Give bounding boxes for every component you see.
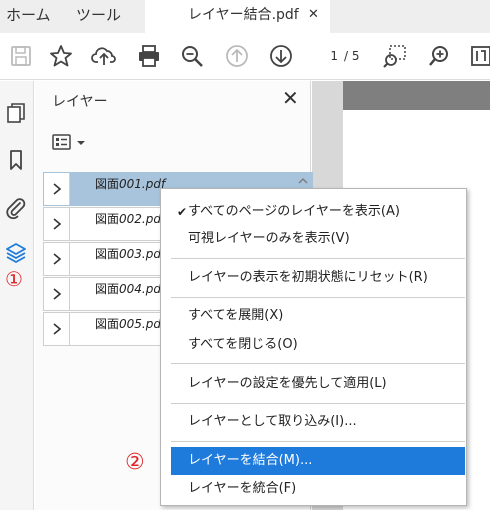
step-marker-1: ① bbox=[5, 267, 23, 291]
cloud-upload-icon[interactable] bbox=[91, 43, 117, 69]
tab-home[interactable]: ホーム bbox=[6, 0, 51, 33]
layer-label: 図面005.pdf bbox=[95, 317, 166, 331]
menu-divider bbox=[171, 363, 465, 364]
menu-item-label: すべてを展開(X) bbox=[188, 308, 284, 323]
menu-item-label: レイヤーを統合(F) bbox=[188, 481, 297, 496]
expand-chevron-icon[interactable] bbox=[44, 208, 70, 240]
menu-item-label: レイヤーを結合(M)... bbox=[188, 453, 313, 468]
page-total: / 5 bbox=[344, 49, 360, 63]
menu-item-label: レイヤーの表示を初期状態にリセット(R) bbox=[188, 270, 428, 285]
navigation-rail: ① bbox=[0, 81, 34, 510]
layer-label: 図面004.pdf bbox=[95, 282, 166, 296]
menu-item-import-as-layer[interactable]: レイヤーとして取り込み(I)... bbox=[171, 408, 465, 436]
menu-item-label: すべてのページのレイヤーを表示(A) bbox=[188, 204, 400, 219]
pages-icon[interactable] bbox=[4, 101, 28, 125]
zoom-icon[interactable] bbox=[179, 43, 205, 69]
page-view-icon[interactable] bbox=[468, 43, 490, 69]
marquee-zoom-icon[interactable] bbox=[382, 43, 408, 69]
page-up-icon[interactable] bbox=[224, 43, 250, 69]
document-page-header bbox=[343, 81, 490, 110]
save-icon[interactable] bbox=[8, 43, 34, 69]
menu-item-label: レイヤーとして取り込み(I)... bbox=[188, 414, 357, 429]
tab-bar: ホーム ツール レイヤー結合.pdf ✕ bbox=[0, 0, 490, 33]
menu-divider bbox=[171, 441, 465, 442]
menu-item-show-all-layers[interactable]: ✔ すべてのページのレイヤーを表示(A) bbox=[171, 198, 465, 226]
menu-item-expand-all[interactable]: すべてを展開(X) bbox=[171, 302, 465, 330]
star-icon[interactable] bbox=[48, 43, 74, 69]
step-marker-2: ② bbox=[125, 450, 145, 475]
zoom-in-icon[interactable] bbox=[427, 43, 453, 69]
scroll-up-icon[interactable] bbox=[298, 177, 308, 185]
menu-item-label: 可視レイヤーのみを表示(V) bbox=[188, 231, 350, 246]
layers-icon[interactable] bbox=[4, 241, 28, 265]
menu-item-label: レイヤーの設定を優先して適用(L) bbox=[188, 376, 387, 391]
expand-chevron-icon[interactable] bbox=[44, 173, 70, 205]
menu-item-collapse-all[interactable]: すべてを閉じる(O) bbox=[171, 331, 465, 359]
menu-divider bbox=[171, 258, 465, 259]
panel-close-icon[interactable]: ✕ bbox=[282, 87, 299, 109]
expand-chevron-icon[interactable] bbox=[44, 313, 70, 345]
tab-document[interactable]: レイヤー結合.pdf bbox=[145, 0, 330, 33]
expand-chevron-icon[interactable] bbox=[44, 243, 70, 275]
print-icon[interactable] bbox=[136, 43, 162, 69]
page-number-input[interactable]: 1 bbox=[313, 45, 343, 67]
tab-close-icon[interactable]: ✕ bbox=[308, 0, 319, 30]
bookmark-icon[interactable] bbox=[4, 148, 28, 172]
layers-context-menu: ✔ すべてのページのレイヤーを表示(A) 可視レイヤーのみを表示(V) レイヤー… bbox=[160, 188, 467, 506]
menu-item-flatten-layers[interactable]: レイヤーを統合(F) bbox=[171, 475, 465, 503]
layer-label: 図面003.pdf bbox=[95, 247, 166, 261]
toolbar: 1 / 5 bbox=[0, 33, 490, 80]
page-down-icon[interactable] bbox=[268, 43, 294, 69]
options-menu-icon[interactable] bbox=[52, 132, 90, 154]
layer-label: 図面001.pdf bbox=[95, 177, 166, 191]
menu-item-apply-layer-settings[interactable]: レイヤーの設定を優先して適用(L) bbox=[171, 370, 465, 398]
tab-tools[interactable]: ツール bbox=[76, 0, 121, 33]
menu-item-label: すべてを閉じる(O) bbox=[188, 337, 298, 352]
layer-label: 図面002.pdf bbox=[95, 212, 166, 226]
check-icon: ✔ bbox=[177, 205, 188, 219]
menu-divider bbox=[171, 297, 465, 298]
menu-divider bbox=[171, 403, 465, 404]
menu-item-reset-layers[interactable]: レイヤーの表示を初期状態にリセット(R) bbox=[171, 264, 465, 292]
tab-document-label: レイヤー結合.pdf bbox=[188, 7, 299, 23]
panel-title: レイヤー bbox=[52, 94, 108, 110]
attachment-icon[interactable] bbox=[4, 196, 28, 220]
menu-item-show-visible-only[interactable]: 可視レイヤーのみを表示(V) bbox=[171, 225, 465, 253]
menu-item-merge-layers[interactable]: レイヤーを結合(M)... bbox=[171, 447, 465, 475]
expand-chevron-icon[interactable] bbox=[44, 278, 70, 310]
